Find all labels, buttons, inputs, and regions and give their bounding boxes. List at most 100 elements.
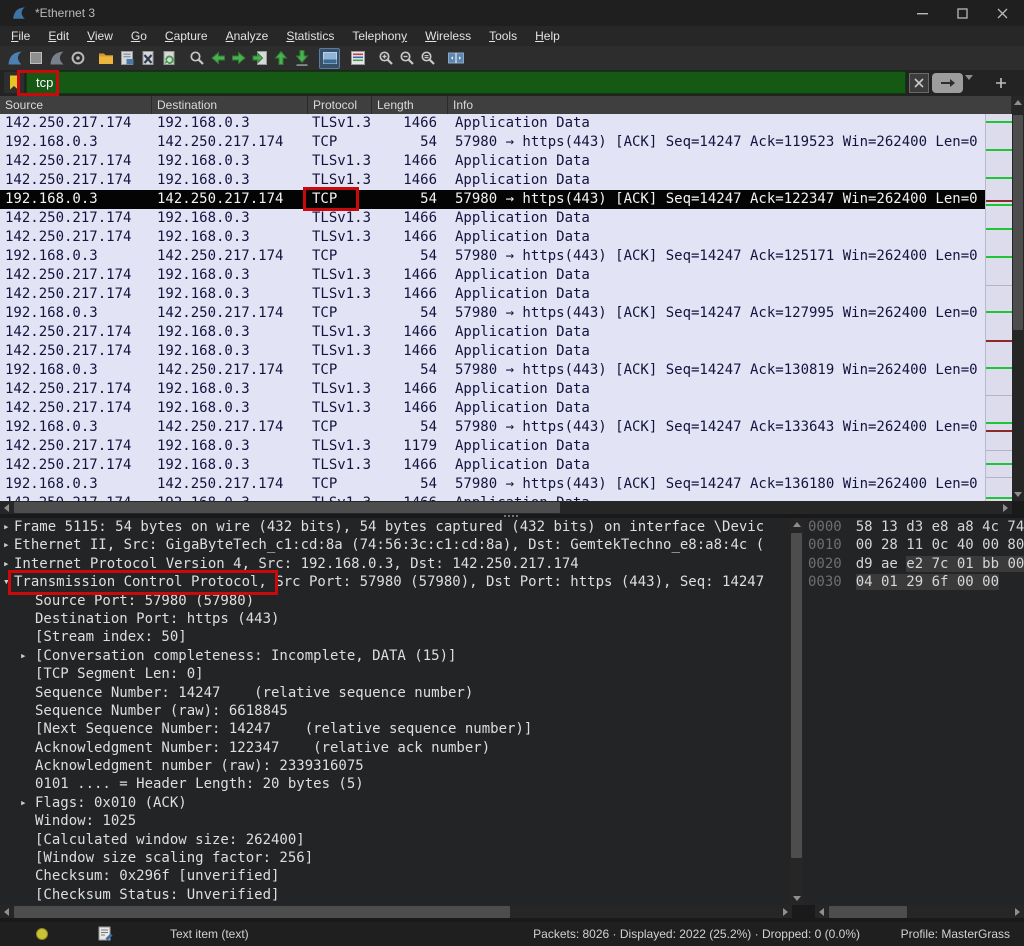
column-header-destination[interactable]: Destination xyxy=(152,96,308,114)
scrollbar-thumb[interactable] xyxy=(14,502,560,513)
detail-line[interactable]: Source Port: 57980 (57980) xyxy=(0,592,790,610)
detail-line[interactable]: [Next Sequence Number: 14247 (relative s… xyxy=(0,720,790,738)
chevron-right-icon[interactable]: ▸ xyxy=(20,794,27,812)
minimize-button[interactable] xyxy=(902,0,942,26)
column-header-info[interactable]: Info xyxy=(448,96,1012,114)
scrollbar-thumb[interactable] xyxy=(829,906,907,918)
save-file-icon[interactable] xyxy=(116,48,137,69)
detail-line[interactable]: [Calculated window size: 262400] xyxy=(0,831,790,849)
menu-capture[interactable]: Capture xyxy=(156,27,217,45)
close-file-icon[interactable] xyxy=(137,48,158,69)
packet-row[interactable]: 142.250.217.174192.168.0.3TLSv1.31466App… xyxy=(0,494,985,501)
go-down-icon[interactable] xyxy=(291,48,312,69)
packet-row[interactable]: 142.250.217.174192.168.0.3TLSv1.31466App… xyxy=(0,209,985,228)
packet-row[interactable]: 192.168.0.3142.250.217.174TCP5457980 → h… xyxy=(0,190,985,209)
packet-minimap[interactable] xyxy=(985,114,1012,501)
detail-line[interactable]: Sequence Number (raw): 6618845 xyxy=(0,702,790,720)
packet-row[interactable]: 142.250.217.174192.168.0.3TLSv1.31466App… xyxy=(0,380,985,399)
go-forward-icon[interactable] xyxy=(228,48,249,69)
menu-view[interactable]: View xyxy=(78,27,122,45)
hex-row[interactable]: 0020d9 ae e2 7c 01 bb 00 xyxy=(808,555,1024,573)
close-button[interactable] xyxy=(982,0,1022,26)
detail-line[interactable]: Destination Port: https (443) xyxy=(0,610,790,628)
menu-telephony[interactable]: Telephony xyxy=(343,27,416,45)
packet-row[interactable]: 142.250.217.174192.168.0.3TLSv1.31179App… xyxy=(0,437,985,456)
zoom-out-icon[interactable] xyxy=(396,48,417,69)
reload-file-icon[interactable] xyxy=(158,48,179,69)
scrollbar-thumb[interactable] xyxy=(791,533,802,858)
packet-row[interactable]: 192.168.0.3142.250.217.174TCP5457980 → h… xyxy=(0,133,985,152)
menu-edit[interactable]: Edit xyxy=(39,27,78,45)
detail-line[interactable]: Window: 1025 xyxy=(0,812,790,830)
scroll-up-button[interactable] xyxy=(790,518,803,531)
packet-row[interactable]: 142.250.217.174192.168.0.3TLSv1.31466App… xyxy=(0,456,985,475)
chevron-right-icon[interactable]: ▸ xyxy=(3,518,10,536)
column-header-protocol[interactable]: Protocol xyxy=(308,96,372,114)
maximize-button[interactable] xyxy=(942,0,982,26)
packet-row[interactable]: 142.250.217.174192.168.0.3TLSv1.31466App… xyxy=(0,114,985,133)
filter-bookmark-button[interactable] xyxy=(4,72,24,93)
status-profile[interactable]: Profile: MasterGrass xyxy=(901,927,1010,941)
column-header-source[interactable]: Source xyxy=(0,96,152,114)
scroll-down-button[interactable] xyxy=(1012,488,1024,501)
chevron-right-icon[interactable]: ▸ xyxy=(3,536,10,554)
packet-row[interactable]: 192.168.0.3142.250.217.174TCP5457980 → h… xyxy=(0,247,985,266)
detail-line[interactable]: ▸[Conversation completeness: Incomplete,… xyxy=(0,647,790,665)
go-back-icon[interactable] xyxy=(207,48,228,69)
chevron-right-icon[interactable]: ▸ xyxy=(3,555,10,573)
detail-line[interactable]: Acknowledgment Number: 122347 (relative … xyxy=(0,739,790,757)
zoom-in-icon[interactable] xyxy=(375,48,396,69)
detail-vscrollbar[interactable] xyxy=(790,518,803,905)
resize-columns-icon[interactable] xyxy=(445,48,466,69)
menu-analyze[interactable]: Analyze xyxy=(217,27,278,45)
scrollbar-thumb[interactable] xyxy=(14,906,510,918)
stop-capture-icon[interactable] xyxy=(25,48,46,69)
capture-options-icon[interactable] xyxy=(67,48,88,69)
detail-line[interactable]: 0101 .... = Header Length: 20 bytes (5) xyxy=(0,775,790,793)
detail-line[interactable]: [Window size scaling factor: 256] xyxy=(0,849,790,867)
filter-apply-button[interactable] xyxy=(932,73,963,93)
packet-row[interactable]: 192.168.0.3142.250.217.174TCP5457980 → h… xyxy=(0,475,985,494)
menu-statistics[interactable]: Statistics xyxy=(277,27,343,45)
packet-row[interactable]: 192.168.0.3142.250.217.174TCP5457980 → h… xyxy=(0,361,985,380)
packet-row[interactable]: 142.250.217.174192.168.0.3TLSv1.31466App… xyxy=(0,285,985,304)
scroll-up-button[interactable] xyxy=(1012,96,1024,109)
go-to-packet-icon[interactable] xyxy=(249,48,270,69)
packet-row[interactable]: 142.250.217.174192.168.0.3TLSv1.31466App… xyxy=(0,399,985,418)
expert-info-icon[interactable] xyxy=(36,928,48,940)
detail-line[interactable]: Checksum: 0x296f [unverified] xyxy=(0,867,790,885)
detail-line[interactable]: ▸Flags: 0x010 (ACK) xyxy=(0,794,790,812)
chevron-down-icon[interactable]: ▾ xyxy=(3,573,10,591)
packet-row[interactable]: 142.250.217.174192.168.0.3TLSv1.31466App… xyxy=(0,171,985,190)
go-up-icon[interactable] xyxy=(270,48,291,69)
packet-row[interactable]: 142.250.217.174192.168.0.3TLSv1.31466App… xyxy=(0,228,985,247)
scroll-left-button[interactable] xyxy=(0,905,13,919)
hex-hscrollbar[interactable] xyxy=(815,905,1024,919)
scroll-right-button[interactable] xyxy=(779,905,792,919)
scroll-right-button[interactable] xyxy=(999,501,1012,514)
detail-line[interactable]: ▸Internet Protocol Version 4, Src: 192.1… xyxy=(0,555,790,573)
start-capture-icon[interactable] xyxy=(4,48,25,69)
menu-wireless[interactable]: Wireless xyxy=(416,27,480,45)
colorize-packets-icon[interactable] xyxy=(347,48,368,69)
capture-comment-icon[interactable] xyxy=(98,926,113,942)
menu-go[interactable]: Go xyxy=(122,27,156,45)
detail-hscrollbar[interactable] xyxy=(0,905,792,919)
filter-add-button[interactable] xyxy=(991,73,1011,93)
packet-row[interactable]: 192.168.0.3142.250.217.174TCP5457980 → h… xyxy=(0,418,985,437)
scroll-right-button[interactable] xyxy=(1011,905,1024,919)
chevron-right-icon[interactable]: ▸ xyxy=(20,647,27,665)
detail-line[interactable]: [Checksum Status: Unverified] xyxy=(0,886,790,904)
packet-row[interactable]: 192.168.0.3142.250.217.174TCP5457980 → h… xyxy=(0,304,985,323)
detail-line[interactable]: ▸Frame 5115: 54 bytes on wire (432 bits)… xyxy=(0,518,790,536)
packet-list-vscrollbar[interactable] xyxy=(1012,96,1024,501)
packet-list-hscrollbar[interactable] xyxy=(0,501,1012,514)
find-packet-icon[interactable] xyxy=(186,48,207,69)
menu-tools[interactable]: Tools xyxy=(480,27,526,45)
packet-row[interactable]: 142.250.217.174192.168.0.3TLSv1.31466App… xyxy=(0,342,985,361)
restart-capture-icon[interactable] xyxy=(46,48,67,69)
display-filter-input[interactable] xyxy=(26,71,906,94)
packet-row[interactable]: 142.250.217.174192.168.0.3TLSv1.31466App… xyxy=(0,323,985,342)
detail-line[interactable]: [TCP Segment Len: 0] xyxy=(0,665,790,683)
hex-row[interactable]: 000058 13 d3 e8 a8 4c 74 xyxy=(808,518,1024,536)
